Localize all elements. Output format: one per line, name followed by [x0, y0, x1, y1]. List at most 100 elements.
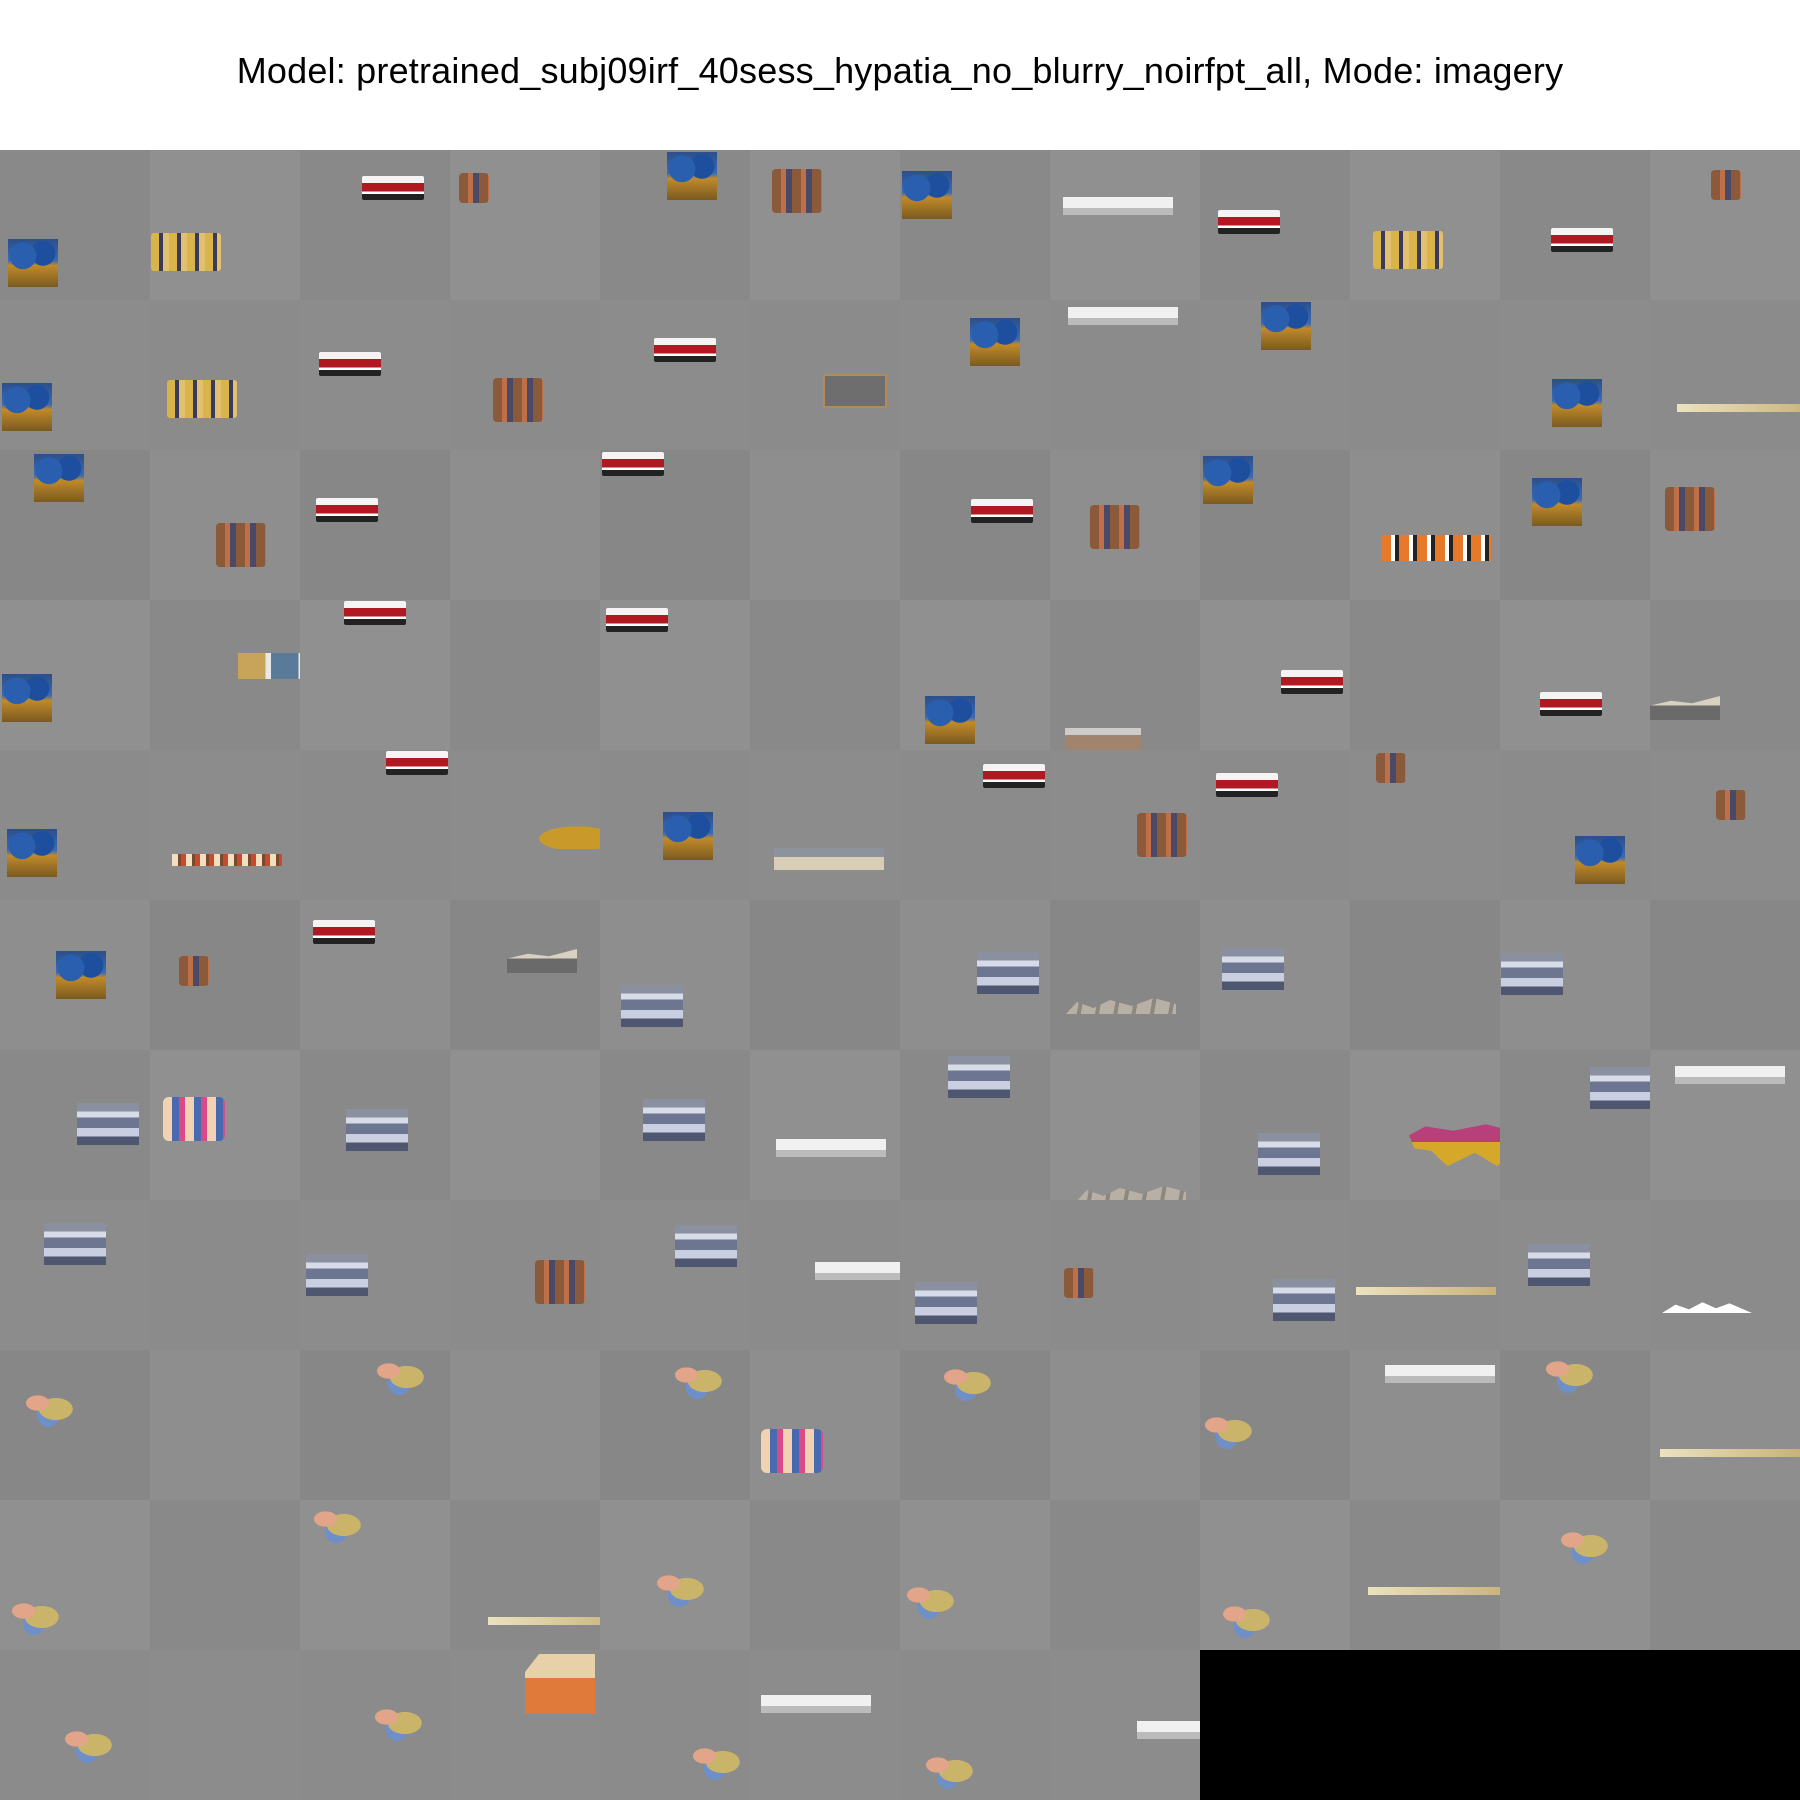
flowers-thumbnail: [663, 812, 713, 860]
grid-cell: [450, 900, 600, 1050]
flowers-thumbnail: [667, 152, 717, 200]
grid-cell: [150, 450, 300, 600]
hills-thumbnail: [1662, 1302, 1752, 1313]
crowd-thumbnail: [1373, 231, 1443, 269]
mountain-thumbnail: [346, 1109, 408, 1151]
grid-cell: [0, 1500, 150, 1650]
grid-cell: [1650, 600, 1800, 750]
baby-thumbnail: [1542, 1353, 1594, 1393]
grid-cell: [1050, 600, 1200, 750]
mountain-thumbnail: [977, 952, 1039, 994]
grid-cell: [1650, 1650, 1800, 1800]
truck-thumbnail: [1218, 210, 1280, 234]
text-thumbnail: [761, 1695, 871, 1713]
grid-cell: [1350, 450, 1500, 600]
truck-thumbnail: [654, 338, 716, 362]
grid-cell: [300, 1050, 450, 1200]
grid-cell: [600, 1050, 750, 1200]
truck-thumbnail: [1216, 773, 1278, 797]
grid-cell: [900, 1500, 1050, 1650]
grid-cell: [1200, 1500, 1350, 1650]
baby-thumbnail: [371, 1701, 423, 1741]
grid-cell: [1500, 1200, 1650, 1350]
grid-cell: [750, 750, 900, 900]
grid-cell: [0, 750, 150, 900]
rock-thumbnail: [1650, 696, 1720, 720]
grid-cell: [1200, 150, 1350, 300]
bush-thumbnail: [529, 823, 600, 849]
grid-cell: [1500, 1050, 1650, 1200]
grid-cell: [1350, 600, 1500, 750]
strip-thumbnail: [1677, 404, 1800, 412]
grid-cell: [150, 150, 300, 300]
family-thumbnail: [172, 854, 282, 866]
grid-cell: [900, 1200, 1050, 1350]
grid-cell: [1650, 900, 1800, 1050]
grid-cell: [150, 1050, 300, 1200]
grid-cell: [900, 150, 1050, 300]
grid-cell: [1350, 900, 1500, 1050]
grid-cell: [450, 1350, 600, 1500]
grid-cell: [1050, 1350, 1200, 1500]
people-thumbnail: [1090, 505, 1140, 549]
grid-cell: [1500, 300, 1650, 450]
grid-cell: [750, 150, 900, 300]
mountain-thumbnail: [77, 1103, 139, 1145]
grid-cell: [300, 900, 450, 1050]
flowers-thumbnail: [970, 318, 1020, 366]
grid-cell: [450, 1500, 600, 1650]
truck-thumbnail: [1281, 670, 1343, 694]
flowers-thumbnail: [1575, 836, 1625, 884]
flowers-thumbnail: [902, 171, 952, 219]
flowers-thumbnail: [925, 696, 975, 744]
person-thumbnail: [1064, 1268, 1094, 1298]
grid-cell: [300, 1500, 450, 1650]
grid-cell: [1050, 1050, 1200, 1200]
baby-thumbnail: [310, 1503, 362, 1543]
logo-thumbnail: [815, 1262, 900, 1280]
grid-cell: [450, 1200, 600, 1350]
grid-cell: [600, 1500, 750, 1650]
flowers-thumbnail: [2, 674, 52, 722]
grid-cell: [1650, 750, 1800, 900]
strip-thumbnail: [1356, 1287, 1496, 1295]
grid-cell: [600, 150, 750, 300]
grid-cell: [0, 1050, 150, 1200]
grid-cell: [1050, 1200, 1200, 1350]
grid-cell: [1350, 1200, 1500, 1350]
grid-cell: [150, 1200, 300, 1350]
mountain-thumbnail: [1528, 1244, 1590, 1286]
mountain-thumbnail: [1258, 1133, 1320, 1175]
white-thumbnail: [776, 1139, 886, 1157]
grid-cell: [300, 600, 450, 750]
grid-cell: [600, 450, 750, 600]
grid-cell: [1500, 1500, 1650, 1650]
grid-cell: [750, 600, 900, 750]
grid-cell: [1050, 300, 1200, 450]
grid-cell: [0, 1650, 150, 1800]
grid-cell: [150, 600, 300, 750]
grid-cell: [300, 450, 450, 600]
grid-cell: [150, 900, 300, 1050]
flowers-thumbnail: [2, 383, 52, 431]
grid-cell: [1650, 1050, 1800, 1200]
grid-cell: [300, 750, 450, 900]
building-thumbnail: [774, 848, 884, 870]
grid-cell: [450, 1650, 600, 1800]
room-thumbnail: [1068, 307, 1178, 325]
grid-cell: [150, 1350, 300, 1500]
baby-thumbnail: [903, 1579, 955, 1619]
grid-cell: [300, 1650, 450, 1800]
baby-thumbnail: [1557, 1524, 1609, 1564]
grid-cell: [300, 1350, 450, 1500]
figure-title: Model: pretrained_subj09irf_40sess_hypat…: [236, 50, 1564, 91]
grid-cell: [900, 1050, 1050, 1200]
baby-thumbnail: [940, 1361, 992, 1401]
face-thumbnail: [1711, 170, 1741, 200]
truck-thumbnail: [606, 608, 668, 632]
grid-cell: [750, 1500, 900, 1650]
baby-thumbnail: [689, 1740, 741, 1780]
grid-cell: [1500, 900, 1650, 1050]
flowers-thumbnail: [1552, 379, 1602, 427]
grid-cell: [1350, 750, 1500, 900]
